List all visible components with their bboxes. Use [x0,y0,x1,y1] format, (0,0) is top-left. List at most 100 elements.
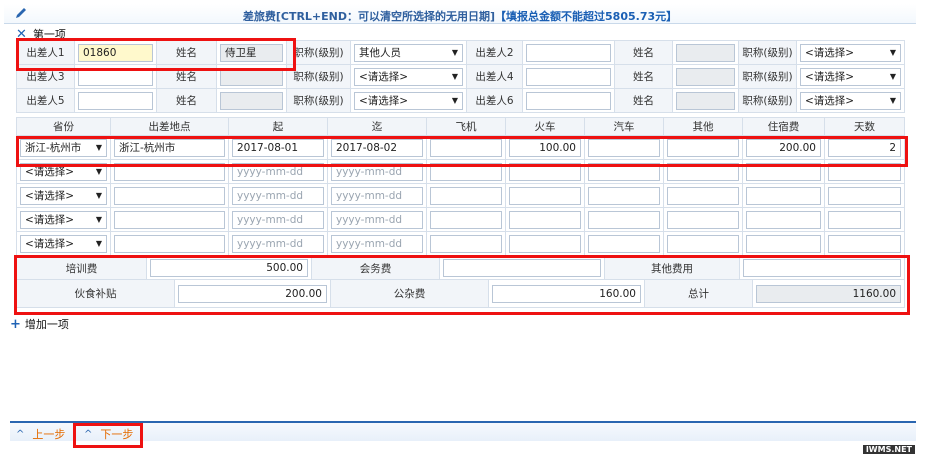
section-header: ✕ 第一项 [16,27,66,42]
train-input[interactable]: 100.00 [509,138,581,157]
bus-input[interactable] [588,138,660,157]
traveler-5-title-select[interactable]: <请选择> ▼ [354,91,463,110]
start-date-input[interactable]: yyyy-mm-dd [232,234,324,253]
traveler-4-title-select[interactable]: <请选择> ▼ [800,67,901,86]
start-date-input[interactable]: 2017-08-01 [232,138,324,157]
dropdown-arrow-icon: ▼ [889,95,896,105]
prev-step-button[interactable]: ^ 上一步 [16,426,65,442]
place-input[interactable] [114,162,225,181]
column-header: 飞机 [426,117,506,136]
traveler-1-id-input[interactable]: 01860 [78,43,153,62]
other-input[interactable] [667,186,739,205]
next-step-button[interactable]: ^ 下一步 [84,426,133,442]
end-date-input[interactable]: 2017-08-02 [331,138,423,157]
traveler-row: 出差人1 01860 姓名 侍卫星 职称(级别) 其他人员 ▼ 出差人2 姓名 职称(级别) <请选… [16,40,905,65]
start-date-input[interactable]: yyyy-mm-dd [232,210,324,229]
total-input: 1160.00 [756,284,901,303]
province-select[interactable]: <请选择> ▼ [20,162,107,181]
province-select-value: <请选择> [25,213,75,226]
traveler-6-title-select[interactable]: <请选择> ▼ [800,91,901,110]
lodging-input[interactable] [746,186,821,205]
training-fee-input[interactable]: 500.00 [150,259,308,277]
misc-fee-input[interactable]: 160.00 [492,284,641,303]
traveler-6-name-field [676,91,735,110]
province-select[interactable]: <请选择> ▼ [20,186,107,205]
bus-input[interactable] [588,186,660,205]
province-select[interactable]: 浙江-杭州市 ▼ [20,138,107,157]
page-title: 差旅费[CTRL+END：可以清空所选择的无用日期]【填报总金额不能超过5805… [4,8,916,24]
end-date-input[interactable]: yyyy-mm-dd [331,162,423,181]
end-date-input[interactable]: yyyy-mm-dd [331,210,423,229]
other-fee-input[interactable] [743,259,901,277]
plane-input[interactable] [430,210,502,229]
title-text: 差旅费[CTRL+END：可以清空所选择的无用日期] [242,10,496,23]
place-input[interactable]: 浙江-杭州市 [114,138,225,157]
traveler-1-name-field: 侍卫星 [220,43,283,62]
lodging-input[interactable] [746,162,821,181]
traveler-6-id-input[interactable] [526,91,611,110]
province-select[interactable]: <请选择> ▼ [20,210,107,229]
bus-input[interactable] [588,234,660,253]
traveler-5-name-field [220,91,283,110]
fees-table-row1: 培训费 500.00 会务费 其他费用 [16,256,905,280]
plane-input[interactable] [430,138,502,157]
lodging-input[interactable] [746,210,821,229]
plane-input[interactable] [430,186,502,205]
traveler-4-id-input[interactable] [526,67,611,86]
traveler-2-title-select-value: <请选择> [805,46,855,59]
dropdown-arrow-icon: ▼ [889,47,896,57]
meal-allowance-input[interactable]: 200.00 [178,284,327,303]
province-select-value: <请选择> [25,237,75,250]
plane-input[interactable] [430,234,502,253]
days-input[interactable] [828,234,901,253]
plane-input[interactable] [430,162,502,181]
traveler-2-title-select[interactable]: <请选择> ▼ [800,43,901,62]
train-input[interactable] [509,162,581,181]
traveler-5-title-select-value: <请选择> [359,94,409,107]
end-date-input[interactable]: yyyy-mm-dd [331,234,423,253]
place-input[interactable] [114,186,225,205]
traveler-2-id-input[interactable] [526,43,611,62]
dropdown-arrow-icon: ▼ [889,71,896,81]
name-label: 姓名 [614,64,673,89]
days-input[interactable] [828,186,901,205]
days-input[interactable] [828,162,901,181]
column-header: 出差地点 [110,117,229,136]
title-warning: 【填报总金额不能超过5805.73元】 [495,10,678,23]
province-select[interactable]: <请选择> ▼ [20,234,107,253]
train-input[interactable] [509,186,581,205]
meeting-fee-input[interactable] [443,259,601,277]
lodging-input[interactable] [746,234,821,253]
days-input[interactable] [828,210,901,229]
other-input[interactable] [667,210,739,229]
end-date-input[interactable]: yyyy-mm-dd [331,186,423,205]
other-input[interactable] [667,162,739,181]
title-level-label: 职称(级别) [286,64,351,89]
add-item-button[interactable]: + 增加一项 [10,316,69,332]
province-select-value: <请选择> [25,189,75,202]
dropdown-arrow-icon: ▼ [95,166,102,176]
place-input[interactable] [114,210,225,229]
lodging-input[interactable]: 200.00 [746,138,821,157]
traveler-5-id-input[interactable] [78,91,153,110]
other-input[interactable] [667,138,739,157]
train-input[interactable] [509,234,581,253]
start-date-input[interactable]: yyyy-mm-dd [232,162,324,181]
bus-input[interactable] [588,210,660,229]
traveler-1-title-select[interactable]: 其他人员 ▼ [354,43,463,62]
days-input[interactable]: 2 [828,138,901,157]
traveler-3-title-select[interactable]: <请选择> ▼ [354,67,463,86]
title-level-label: 职称(级别) [738,64,797,89]
traveler-4-name-field [676,67,735,86]
place-input[interactable] [114,234,225,253]
other-input[interactable] [667,234,739,253]
train-input[interactable] [509,210,581,229]
traveler-3-id-input[interactable] [78,67,153,86]
bus-input[interactable] [588,162,660,181]
title-level-label: 职称(级别) [286,40,351,65]
traveler-label: 出差人3 [16,64,75,89]
meal-label: 伙食补贴 [16,279,175,308]
start-date-input[interactable]: yyyy-mm-dd [232,186,324,205]
traveler-label: 出差人1 [16,40,75,65]
column-header: 迄 [327,117,427,136]
